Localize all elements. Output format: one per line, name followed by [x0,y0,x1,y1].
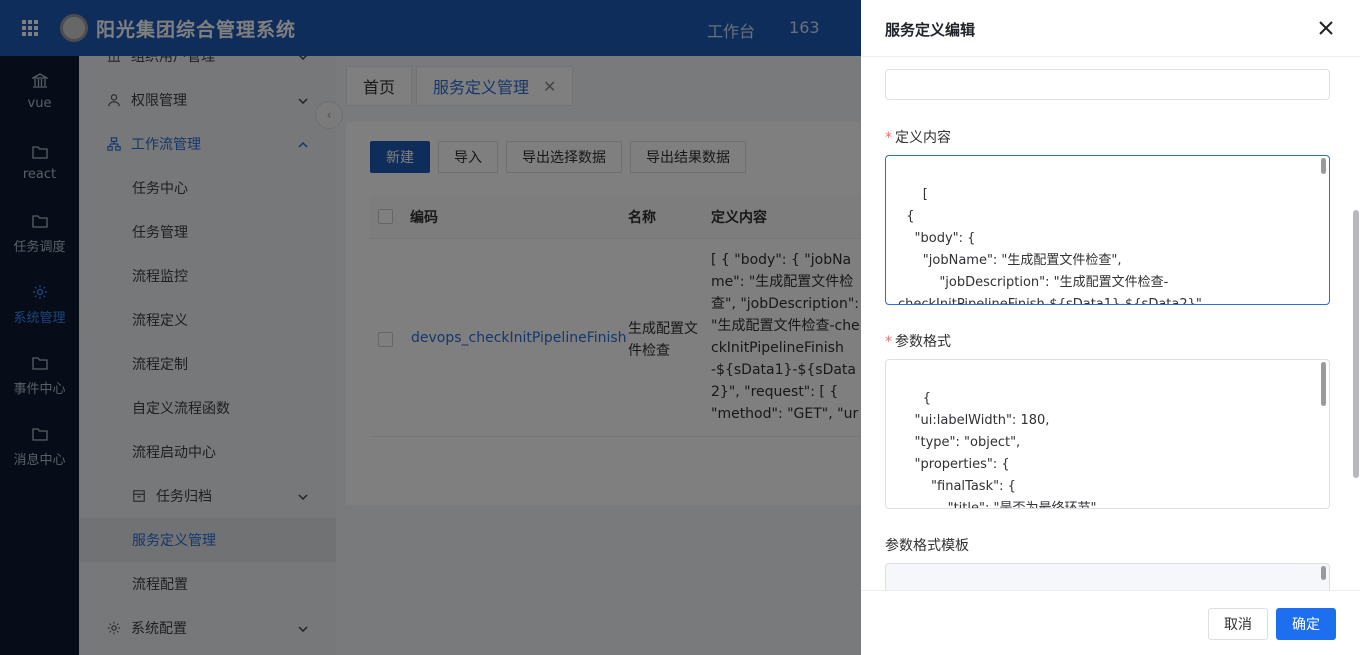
drawer-scrollbar[interactable] [1353,210,1359,478]
close-icon[interactable] [1314,16,1338,40]
textarea-scrollbar[interactable] [1321,158,1326,174]
definition-label: * 定义内容 [885,130,951,146]
drawer-title: 服务定义编辑 [885,21,976,39]
cancel-button[interactable]: 取消 [1208,608,1268,640]
confirm-button[interactable]: 确定 [1276,608,1336,640]
edit-drawer: 服务定义编辑 * 定义内容 [ { "body": { "jobName": "生… [861,0,1360,655]
required-mark: * [885,130,892,146]
definition-textarea[interactable]: [ { "body": { "jobName": "生成配置文件检查", "jo… [885,155,1330,305]
params-label: * 参数格式 [885,334,951,350]
drawer-footer: 取消 确定 [861,590,1360,655]
drawer-body: * 定义内容 [ { "body": { "jobName": "生成配置文件检查… [861,57,1360,590]
template-label: 参数格式模板 [885,538,969,554]
params-textarea[interactable]: { "ui:labelWidth": 180, "type": "object"… [885,359,1330,509]
textarea-scrollbar[interactable] [1321,362,1326,406]
modal-overlay[interactable] [0,0,861,655]
template-textarea: { [885,563,1330,590]
required-mark: * [885,334,892,350]
text-input[interactable] [885,69,1330,100]
textarea-scrollbar[interactable] [1321,566,1326,580]
